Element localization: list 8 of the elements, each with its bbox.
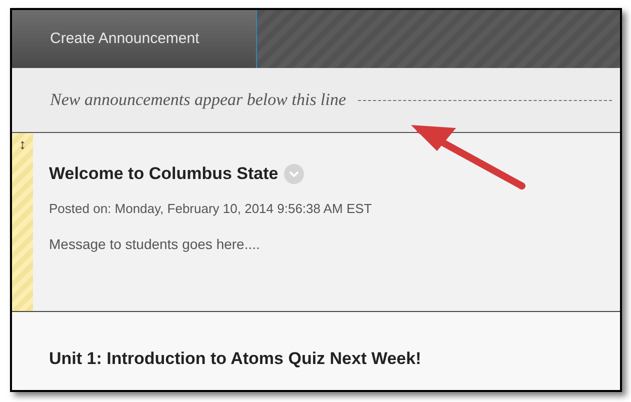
chevron-icon[interactable] — [284, 164, 304, 184]
message-text: Message to students goes here.... — [49, 235, 261, 254]
create-announcement-button[interactable]: Create Announcement — [12, 10, 257, 68]
divider-text: New announcements appear below this line — [50, 89, 346, 112]
posted-date: Posted on: Monday, February 10, 2014 9:56:38 AM EST — [49, 200, 372, 218]
announcement-title: Welcome to Columbus State — [49, 163, 278, 185]
announcement-title: Unit 1: Introduction to Atoms Quiz Next Week! — [49, 348, 422, 370]
drag-handle[interactable]: ↕ — [19, 137, 26, 151]
